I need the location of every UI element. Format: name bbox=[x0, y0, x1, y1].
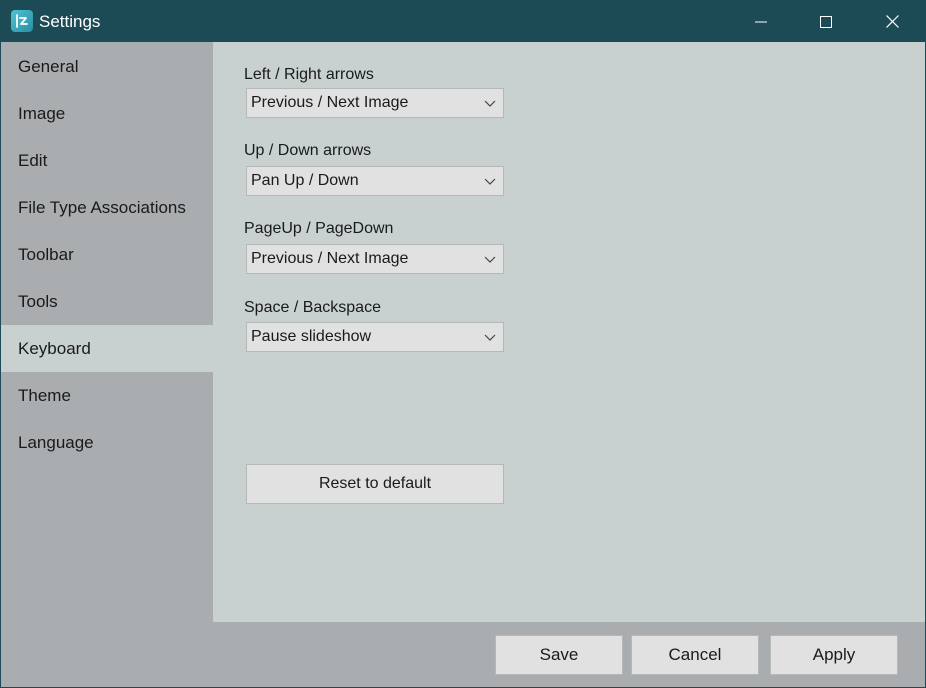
sidebar-item-general[interactable]: General bbox=[1, 43, 213, 90]
apply-button[interactable]: Apply bbox=[770, 635, 898, 675]
up-down-arrows-label: Up / Down arrows bbox=[244, 142, 372, 159]
minimize-button[interactable] bbox=[738, 1, 784, 42]
title-bar[interactable]: Settings bbox=[1, 1, 925, 42]
chevron-down-icon bbox=[484, 100, 496, 107]
left-right-arrows-label: Left / Right arrows bbox=[244, 66, 374, 83]
close-icon bbox=[885, 15, 899, 28]
sidebar: General Image Edit File Type Association… bbox=[1, 42, 213, 622]
pageup-pagedown-select[interactable]: Previous / Next Image bbox=[246, 244, 504, 274]
chevron-down-icon bbox=[484, 178, 496, 185]
sidebar-item-keyboard[interactable]: Keyboard bbox=[1, 325, 213, 372]
cancel-button[interactable]: Cancel bbox=[631, 635, 759, 675]
sidebar-item-language[interactable]: Language bbox=[1, 419, 213, 466]
reset-to-default-button[interactable]: Reset to default bbox=[246, 464, 504, 504]
pageup-pagedown-label: PageUp / PageDown bbox=[244, 220, 394, 237]
space-backspace-label: Space / Backspace bbox=[244, 299, 381, 316]
sidebar-item-edit[interactable]: Edit bbox=[1, 137, 213, 184]
sidebar-item-toolbar[interactable]: Toolbar bbox=[1, 231, 213, 278]
window-title: Settings bbox=[39, 12, 101, 31]
up-down-arrows-select[interactable]: Pan Up / Down bbox=[246, 166, 504, 196]
space-backspace-select[interactable]: Pause slideshow bbox=[246, 322, 504, 352]
imageglass-icon bbox=[11, 10, 33, 32]
save-button[interactable]: Save bbox=[495, 635, 623, 675]
chevron-down-icon bbox=[484, 256, 496, 263]
minimize-icon bbox=[755, 21, 767, 22]
sidebar-item-image[interactable]: Image bbox=[1, 90, 213, 137]
left-right-arrows-value: Previous / Next Image bbox=[251, 94, 409, 111]
pageup-pagedown-value: Previous / Next Image bbox=[251, 250, 409, 267]
left-right-arrows-select[interactable]: Previous / Next Image bbox=[246, 88, 504, 118]
chevron-down-icon bbox=[484, 334, 496, 341]
sidebar-item-file-type-associations[interactable]: File Type Associations bbox=[1, 184, 213, 231]
maximize-icon bbox=[820, 15, 832, 28]
keyboard-settings-panel: Left / Right arrows Previous / Next Imag… bbox=[213, 42, 925, 622]
sidebar-item-tools[interactable]: Tools bbox=[1, 278, 213, 325]
sidebar-item-theme[interactable]: Theme bbox=[1, 372, 213, 419]
settings-window: Settings General Image Edit File Type As… bbox=[0, 0, 926, 688]
maximize-button[interactable] bbox=[803, 1, 849, 42]
up-down-arrows-value: Pan Up / Down bbox=[251, 172, 359, 189]
close-button[interactable] bbox=[869, 1, 915, 42]
footer-bar: Save Cancel Apply bbox=[1, 622, 925, 687]
space-backspace-value: Pause slideshow bbox=[251, 328, 372, 345]
